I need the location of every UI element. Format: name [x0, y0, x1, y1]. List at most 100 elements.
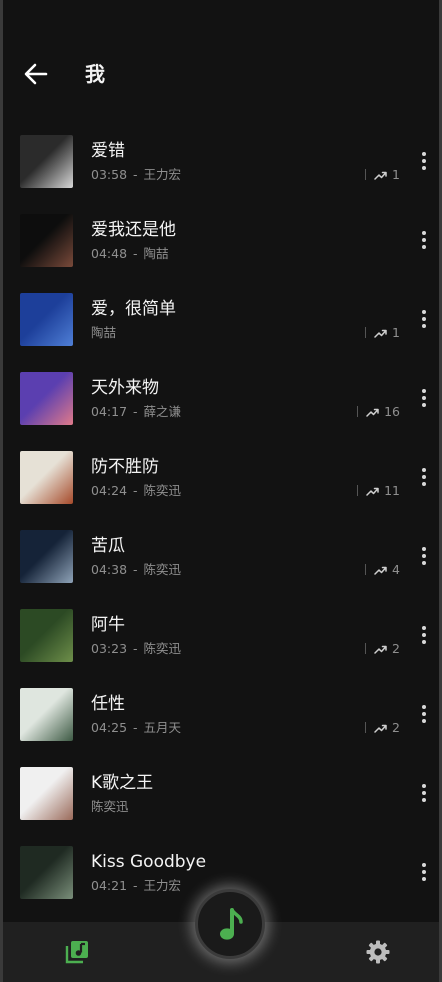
- song-duration: 03:23: [91, 641, 128, 656]
- album-cover: [20, 451, 73, 504]
- song-artist: 陈奕迅: [91, 799, 129, 814]
- play-count-divider: [365, 327, 367, 338]
- song-artist: 陶喆: [143, 246, 169, 261]
- play-count-divider: [365, 564, 367, 575]
- song-row[interactable]: K歌之王陈奕迅: [3, 756, 439, 835]
- play-count-divider: [365, 643, 367, 654]
- play-count-value: 4: [392, 562, 400, 577]
- play-count-value: 16: [384, 404, 400, 419]
- song-meta: 04:25- 五月天: [91, 719, 181, 736]
- song-artist: 薛之谦: [143, 404, 182, 419]
- play-count-value: 1: [392, 325, 400, 340]
- song-list: 爱错 03:58- 王力宏 1 爱我还是他 04:48- 陶喆 爱，很简单 陶喆 1 天外来物 04:…: [3, 124, 439, 914]
- song-row[interactable]: 防不胜防 04:24- 陈奕迅 11: [3, 440, 439, 519]
- page-title: 我: [85, 62, 105, 86]
- more-options-button[interactable]: [417, 624, 431, 646]
- album-cover: [20, 293, 73, 346]
- song-artist: 王力宏: [143, 878, 182, 893]
- meta-separator: -: [133, 562, 138, 577]
- song-duration: 04:24: [91, 483, 128, 498]
- trending-up-icon: [374, 724, 387, 733]
- meta-separator: -: [133, 167, 138, 182]
- song-artist: 陈奕迅: [143, 483, 182, 498]
- more-options-button[interactable]: [417, 466, 431, 488]
- more-options-button[interactable]: [417, 150, 431, 172]
- play-count-value: 11: [384, 483, 400, 498]
- nav-library-button[interactable]: [64, 939, 90, 965]
- more-options-button[interactable]: [417, 308, 431, 330]
- play-count: 4: [365, 561, 400, 578]
- now-playing-button[interactable]: [195, 889, 265, 959]
- more-vertical-icon: [417, 705, 431, 723]
- more-vertical-icon: [417, 626, 431, 644]
- more-options-button[interactable]: [417, 229, 431, 251]
- arrow-left-icon: [24, 63, 48, 85]
- more-options-button[interactable]: [417, 387, 431, 409]
- album-cover: [20, 767, 73, 820]
- song-row[interactable]: 阿牛 03:23- 陈奕迅 2: [3, 598, 439, 677]
- song-meta: 陶喆: [91, 324, 116, 341]
- play-count: 16: [357, 403, 400, 420]
- song-title: 任性: [91, 694, 125, 714]
- meta-separator: -: [133, 483, 138, 498]
- song-title: 防不胜防: [91, 457, 159, 477]
- play-count-divider: [357, 485, 359, 496]
- meta-separator: -: [133, 404, 138, 419]
- top-app-bar: 我: [3, 52, 439, 96]
- song-row[interactable]: 爱，很简单陶喆 1: [3, 282, 439, 361]
- trending-up-icon: [366, 408, 379, 417]
- song-meta: 03:58- 王力宏: [91, 166, 181, 183]
- meta-separator: -: [133, 878, 138, 893]
- nav-settings-button[interactable]: [365, 939, 391, 965]
- song-row[interactable]: 天外来物 04:17- 薛之谦 16: [3, 361, 439, 440]
- song-meta: 陈奕迅: [91, 798, 129, 815]
- song-title: K歌之王: [91, 773, 154, 793]
- song-meta: 03:23- 陈奕迅: [91, 640, 181, 657]
- album-cover: [20, 372, 73, 425]
- song-title: 阿牛: [91, 615, 125, 635]
- play-count-divider: [365, 722, 367, 733]
- play-count-value: 1: [392, 167, 400, 182]
- play-count: 2: [365, 640, 400, 657]
- song-duration: 04:17: [91, 404, 128, 419]
- song-meta: 04:38- 陈奕迅: [91, 561, 181, 578]
- play-count-divider: [365, 169, 367, 180]
- trending-up-icon: [366, 487, 379, 496]
- album-cover: [20, 530, 73, 583]
- play-count-divider: [357, 406, 359, 417]
- song-duration: 04:21: [91, 878, 128, 893]
- song-title: Kiss Goodbye: [91, 852, 207, 872]
- song-row[interactable]: 苦瓜 04:38- 陈奕迅 4: [3, 519, 439, 598]
- more-options-button[interactable]: [417, 703, 431, 725]
- album-cover: [20, 688, 73, 741]
- more-options-button[interactable]: [417, 861, 431, 883]
- song-artist: 陶喆: [91, 325, 117, 340]
- trending-up-icon: [374, 645, 387, 654]
- more-vertical-icon: [417, 863, 431, 881]
- meta-separator: -: [133, 246, 138, 261]
- song-meta: 04:24- 陈奕迅: [91, 482, 181, 499]
- song-row[interactable]: 爱错 03:58- 王力宏 1: [3, 124, 439, 203]
- song-title: 爱，很简单: [91, 299, 176, 319]
- more-options-button[interactable]: [417, 545, 431, 567]
- more-vertical-icon: [417, 468, 431, 486]
- more-vertical-icon: [417, 547, 431, 565]
- song-row[interactable]: 爱我还是他 04:48- 陶喆: [3, 203, 439, 282]
- song-meta: 04:21- 王力宏: [91, 877, 181, 894]
- more-options-button[interactable]: [417, 782, 431, 804]
- meta-separator: -: [133, 641, 138, 656]
- music-library-icon: [65, 941, 88, 964]
- song-meta: 04:17- 薛之谦: [91, 403, 181, 420]
- song-row[interactable]: 任性 04:25- 五月天 2: [3, 677, 439, 756]
- album-cover: [20, 214, 73, 267]
- song-duration: 04:25: [91, 720, 128, 735]
- song-duration: 04:38: [91, 562, 128, 577]
- more-vertical-icon: [417, 784, 431, 802]
- meta-separator: -: [133, 720, 138, 735]
- back-button[interactable]: [19, 60, 51, 88]
- song-artist: 陈奕迅: [143, 562, 182, 577]
- play-count: 11: [357, 482, 400, 499]
- music-note-icon: [220, 908, 243, 940]
- trending-up-icon: [374, 171, 387, 180]
- play-count-value: 2: [392, 641, 400, 656]
